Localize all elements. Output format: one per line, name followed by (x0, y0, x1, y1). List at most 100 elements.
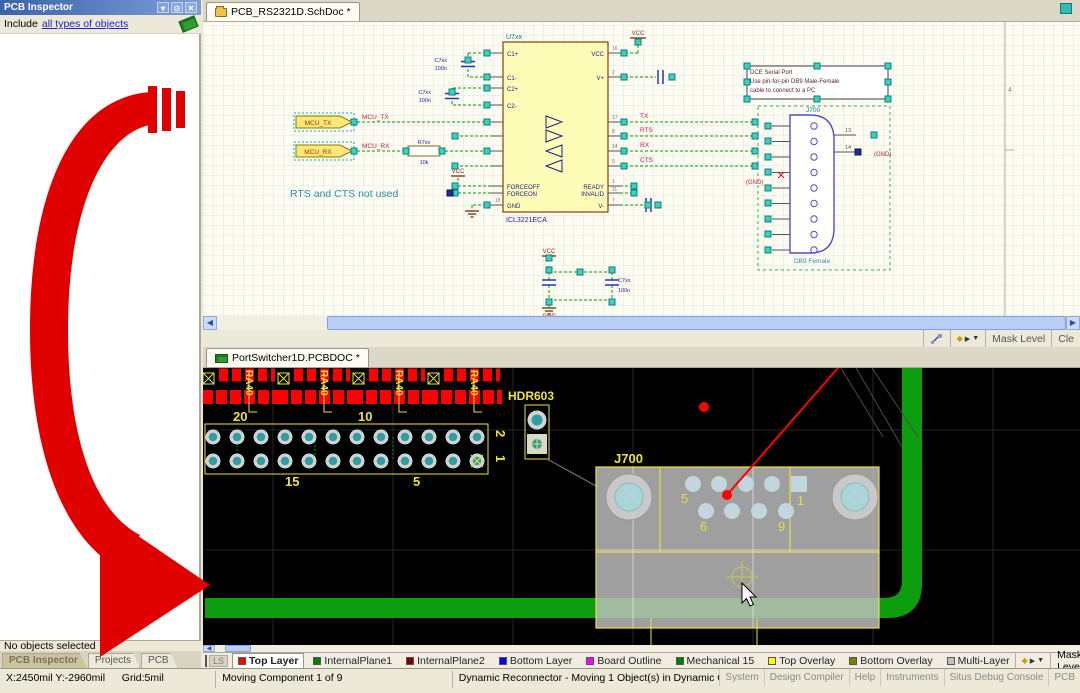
svg-text:15: 15 (285, 474, 299, 489)
schematic-hscrollbar[interactable]: ◀ ▶ (203, 316, 1080, 330)
vcc-label: VCC (632, 31, 645, 37)
grid-readout: Grid:5mil (116, 669, 216, 686)
inspector-titlebar[interactable]: PCB Inspector ▾ ⊙ ✕ (0, 0, 201, 15)
pin-icon[interactable]: ⊙ (171, 2, 183, 13)
menu-pcb[interactable]: PCB (1048, 669, 1080, 686)
port-mcu-tx[interactable]: MCU_TX MCU_TX (294, 113, 389, 131)
pcb-doc-tab[interactable]: PortSwitcher1D.PCBDOC * (206, 348, 369, 367)
note-box[interactable]: DCE Serial Port Use pin-for-pin DB9 Male… (744, 63, 891, 102)
schematic-doc-tab[interactable]: PCB_RS2321D.SchDoc * (206, 2, 360, 21)
status-bar: X:2450mil Y:-2960mil Grid:5mil Moving Co… (0, 668, 1080, 693)
svg-text:R7xx: R7xx (418, 140, 431, 146)
svg-text:14: 14 (612, 144, 618, 150)
svg-text:VCC: VCC (452, 169, 465, 175)
svg-text:DCE Serial Port: DCE Serial Port (750, 70, 793, 76)
filter-icons[interactable]: ◆▶▼ (950, 330, 985, 347)
schematic-scroll-thumb[interactable] (327, 316, 1066, 330)
svg-text:1: 1 (797, 493, 804, 508)
net-label-cts: CTS (640, 157, 654, 164)
ls-button[interactable]: LS (209, 655, 228, 667)
clear-button[interactable]: Cle (1051, 330, 1080, 347)
layer-tab-mechanical-15[interactable]: Mechanical 15 (671, 654, 760, 668)
include-objects-link[interactable]: all types of objects (42, 18, 128, 30)
layer-tab-internalplane1[interactable]: InternalPlane1 (308, 654, 397, 668)
svg-text:100n: 100n (435, 66, 447, 72)
net-label-mcu-tx: MCU_TX (362, 114, 389, 121)
pcb-scroll-thumb[interactable] (225, 645, 251, 652)
pcb-tabbar: PortSwitcher1D.PCBDOC * (203, 347, 1080, 368)
svg-text:9: 9 (612, 159, 615, 165)
svg-text:RA40: RA40 (468, 370, 479, 396)
svg-text:17: 17 (612, 115, 618, 121)
schematic-drawing: 4 U7xx ICL3221ECA C1+ C1- C2+ C2- FORCEO… (206, 22, 1080, 316)
scroll-right-icon[interactable]: ▶ (1066, 316, 1080, 330)
chevron-down-icon[interactable]: ▾ (157, 2, 169, 13)
ratsnest-dot (722, 490, 732, 500)
pcb-canvas[interactable]: RA40 RA40 RA40 RA40 20 10 15 5 2 1 (203, 368, 1080, 645)
pcb-chip-icon (178, 15, 198, 32)
menu-situs-debug-console[interactable]: Situs Debug Console (944, 669, 1049, 686)
svg-text:5: 5 (681, 491, 688, 506)
pcb-hscrollbar[interactable]: ◀ (203, 645, 1080, 652)
ic-designator: U7xx (506, 34, 522, 41)
svg-text:MCU_RX: MCU_RX (304, 149, 332, 156)
pcb-mask-level-button[interactable]: Mask Level (1050, 653, 1080, 669)
svg-text:7: 7 (612, 198, 615, 204)
pcb-filter-icons[interactable]: ◆▶▼ (1015, 653, 1050, 669)
close-icon[interactable]: ✕ (185, 2, 197, 13)
svg-text:V-: V- (598, 204, 604, 210)
net-label-tx: TX (640, 113, 649, 120)
svg-text:10k: 10k (420, 160, 429, 166)
svg-text:1: 1 (493, 455, 508, 462)
schdoc-icon (215, 8, 227, 17)
mask-level-button[interactable]: Mask Level (985, 330, 1051, 347)
tab-pcb[interactable]: PCB (141, 653, 178, 668)
tab-pcb-inspector[interactable]: PCB Inspector (2, 653, 87, 668)
cursor-coordinates: X:2450mil Y:-2960mil (0, 669, 116, 686)
scroll-left-icon[interactable]: ◀ (203, 316, 217, 330)
menu-design-compiler[interactable]: Design Compiler (764, 669, 849, 686)
menu-help[interactable]: Help (849, 669, 881, 686)
svg-text:(GND): (GND) (874, 152, 891, 158)
svg-text:9: 9 (778, 519, 785, 534)
pcbdoc-icon (215, 354, 228, 363)
svg-text:6: 6 (700, 519, 707, 534)
resistor-array-strip[interactable]: RA40 RA40 RA40 RA40 (203, 370, 502, 412)
svg-text:GND: GND (507, 204, 521, 210)
layer-tab-top-overlay[interactable]: Top Overlay (763, 654, 840, 668)
layer-tab-board-outline[interactable]: Board Outline (581, 654, 666, 668)
wire-tool-icon[interactable] (923, 330, 950, 347)
svg-text:cable to connect to a PC: cable to connect to a PC (750, 88, 816, 94)
svg-text:READY: READY (583, 185, 604, 191)
port-mcu-rx[interactable]: MCU_RX MCU_RX (294, 142, 390, 160)
hdr603-footprint[interactable]: HDR603 (508, 389, 598, 487)
pin-header-footprint[interactable]: 20 10 15 5 2 1 (205, 409, 508, 489)
layer-tab-bottom-layer[interactable]: Bottom Layer (494, 654, 577, 668)
inspector-body (0, 34, 201, 640)
svg-text:2: 2 (493, 430, 508, 437)
svg-text:(GND): (GND) (746, 180, 763, 186)
svg-text:10: 10 (358, 409, 372, 424)
resistor-symbol[interactable]: R7xx 10k (408, 140, 440, 166)
tab-projects[interactable]: Projects (88, 653, 140, 668)
layer-tab-internalplane2[interactable]: InternalPlane2 (401, 654, 490, 668)
application-window: PCB Inspector ▾ ⊙ ✕ Include all types of… (0, 0, 1080, 693)
j700-footprint[interactable]: J700 5 1 6 (596, 451, 879, 628)
layer-tab-row: LS Top Layer InternalPlane1 InternalPlan… (203, 652, 1080, 668)
svg-text:13: 13 (845, 128, 851, 134)
svg-text:FORCEON: FORCEON (507, 192, 537, 198)
db9-designator: J700 (806, 107, 820, 114)
annotation-text: RTS and CTS not used (290, 188, 399, 200)
net-label-rx: RX (640, 142, 650, 149)
layer-tab-top-layer[interactable]: Top Layer (232, 653, 304, 668)
svg-text:11: 11 (612, 187, 617, 193)
menu-instruments[interactable]: Instruments (880, 669, 943, 686)
svg-text:RA40: RA40 (393, 370, 404, 396)
inspector-include-row: Include all types of objects (0, 15, 201, 34)
ic-symbol[interactable]: U7xx ICL3221ECA C1+ C1- C2+ C2- FORCEOFF… (491, 34, 620, 224)
layer-tab-bottom-overlay[interactable]: Bottom Overlay (844, 654, 937, 668)
scroll-left-icon[interactable]: ◀ (203, 645, 215, 652)
layer-tab-multi-layer[interactable]: Multi-Layer (942, 654, 1015, 668)
net-label-mcu-rx: MCU_RX (362, 143, 390, 150)
menu-system[interactable]: System (719, 669, 763, 686)
